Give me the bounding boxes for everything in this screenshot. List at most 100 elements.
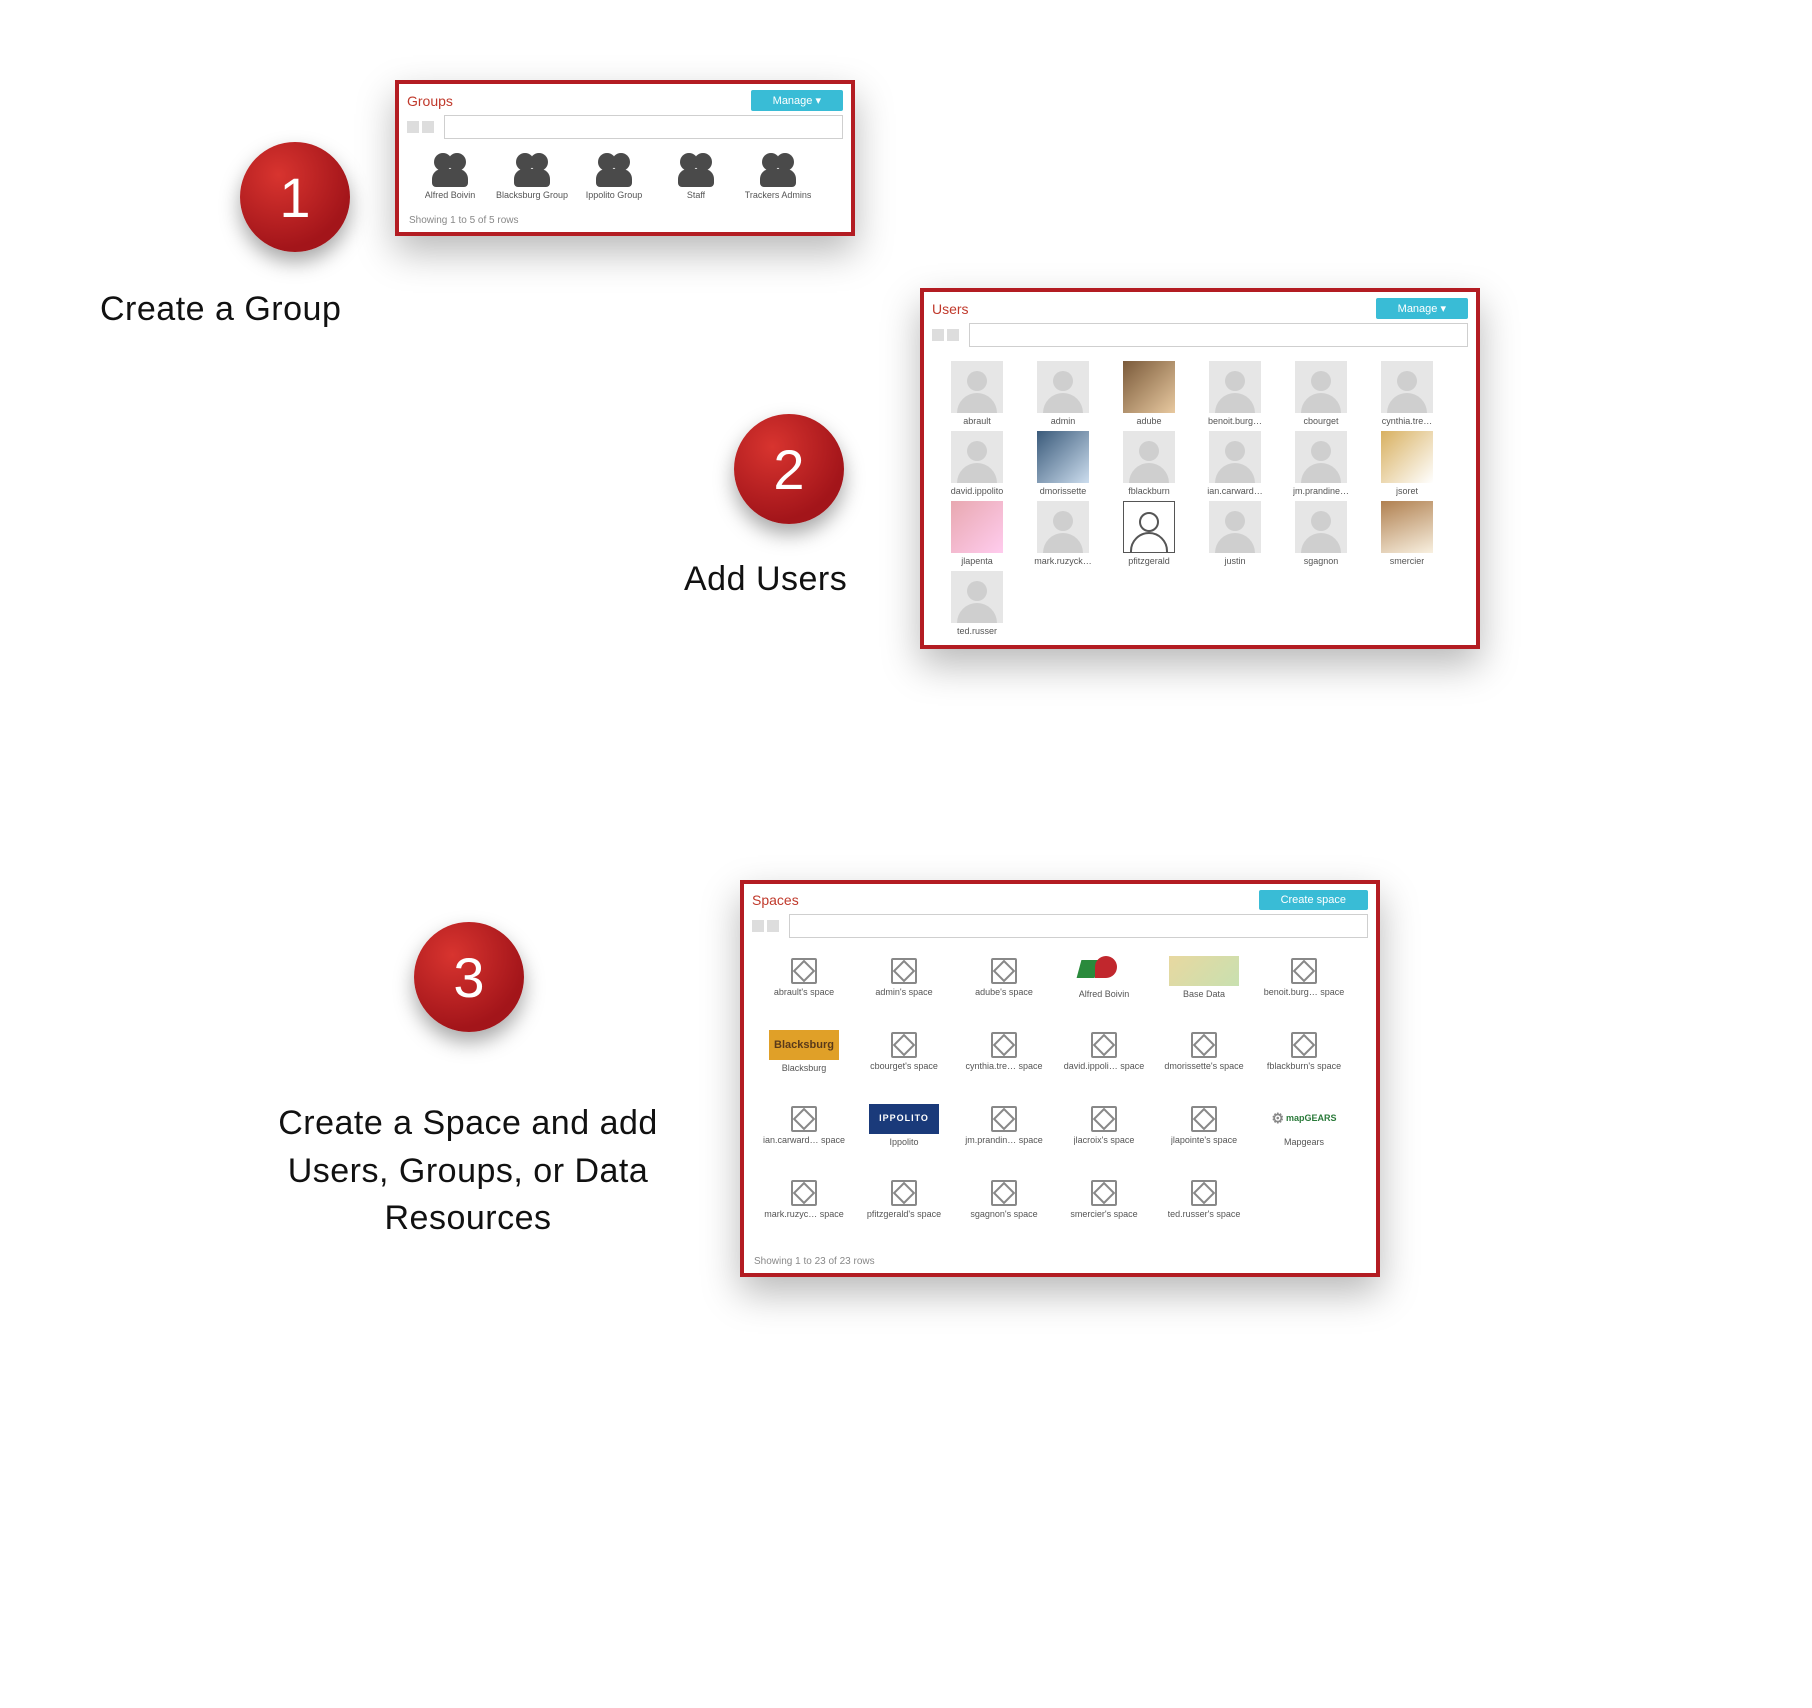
group-icon xyxy=(758,153,798,187)
space-item[interactable]: mark.ruzyc… space xyxy=(754,1174,854,1220)
space-item[interactable]: fblackburn's space xyxy=(1254,1026,1354,1074)
space-logo: IPPOLITO xyxy=(869,1104,939,1134)
space-label: Ippolito xyxy=(889,1138,918,1148)
user-item[interactable]: cynthia.tre… xyxy=(1364,361,1450,427)
user-item[interactable]: ian.carward… xyxy=(1192,431,1278,497)
user-item[interactable]: jm.prandine… xyxy=(1278,431,1364,497)
avatar xyxy=(1123,431,1175,483)
cube-icon xyxy=(1091,1180,1117,1206)
space-item[interactable]: mapGEARSMapgears xyxy=(1254,1100,1354,1148)
spaces-create-button[interactable]: Create space xyxy=(1259,890,1368,910)
cube-icon xyxy=(991,1106,1017,1132)
user-item[interactable]: adube xyxy=(1106,361,1192,427)
space-item[interactable]: smercier's space xyxy=(1054,1174,1154,1220)
space-item[interactable]: jlapointe's space xyxy=(1154,1100,1254,1148)
user-item[interactable]: justin xyxy=(1192,501,1278,567)
user-label: ted.russer xyxy=(957,627,997,637)
space-label: abrault's space xyxy=(774,988,834,998)
avatar xyxy=(1209,431,1261,483)
space-item[interactable]: benoit.burg… space xyxy=(1254,952,1354,1000)
avatar xyxy=(1295,501,1347,553)
space-item[interactable]: pfitzgerald's space xyxy=(854,1174,954,1220)
space-logo: Blacksburg xyxy=(769,1030,839,1060)
space-label: cbourget's space xyxy=(870,1062,938,1072)
user-item[interactable]: ted.russer xyxy=(934,571,1020,637)
space-item[interactable]: ian.carward… space xyxy=(754,1100,854,1148)
user-label: admin xyxy=(1051,417,1076,427)
group-label: Blacksburg Group xyxy=(496,191,568,201)
avatar xyxy=(1381,431,1433,483)
space-item[interactable]: Alfred Boivin xyxy=(1054,952,1154,1000)
group-item[interactable]: Blacksburg Group xyxy=(491,153,573,201)
view-toggle-icon[interactable] xyxy=(752,914,785,938)
cube-icon xyxy=(991,1180,1017,1206)
space-label: admin's space xyxy=(875,988,932,998)
user-label: jsoret xyxy=(1396,487,1418,497)
group-item[interactable]: Staff xyxy=(655,153,737,201)
avatar xyxy=(1123,361,1175,413)
group-item[interactable]: Alfred Boivin xyxy=(409,153,491,201)
space-item[interactable]: adube's space xyxy=(954,952,1054,1000)
space-item[interactable]: sgagnon's space xyxy=(954,1174,1054,1220)
space-item[interactable]: david.ippoli… space xyxy=(1054,1026,1154,1074)
groups-search-input[interactable] xyxy=(444,115,843,139)
user-item[interactable]: david.ippolito xyxy=(934,431,1020,497)
users-manage-button[interactable]: Manage ▾ xyxy=(1376,298,1468,319)
space-label: jlacroix's space xyxy=(1074,1136,1135,1146)
user-item[interactable]: jlapenta xyxy=(934,501,1020,567)
space-item[interactable]: Blacksburg Blacksburg xyxy=(754,1026,854,1074)
user-item[interactable]: pfitzgerald xyxy=(1106,501,1192,567)
cube-icon xyxy=(1191,1180,1217,1206)
user-label: smercier xyxy=(1390,557,1425,567)
space-item[interactable]: abrault's space xyxy=(754,952,854,1000)
view-toggle-icon[interactable] xyxy=(407,115,440,139)
avatar xyxy=(951,501,1003,553)
user-item[interactable]: admin xyxy=(1020,361,1106,427)
user-item[interactable]: sgagnon xyxy=(1278,501,1364,567)
space-label: Alfred Boivin xyxy=(1079,990,1130,1000)
cube-icon xyxy=(791,1106,817,1132)
space-label: Blacksburg xyxy=(782,1064,827,1074)
space-item[interactable]: cbourget's space xyxy=(854,1026,954,1074)
group-item[interactable]: Trackers Admins xyxy=(737,153,819,201)
space-item[interactable]: IPPOLITO Ippolito xyxy=(854,1100,954,1148)
avatar xyxy=(1381,361,1433,413)
view-toggle-icon[interactable] xyxy=(932,323,965,347)
spaces-footer: Showing 1 to 23 of 23 rows xyxy=(744,1250,1376,1273)
step-2-badge: 2 xyxy=(734,414,844,524)
space-item[interactable]: jlacroix's space xyxy=(1054,1100,1154,1148)
users-title: Users xyxy=(932,301,1376,317)
space-label: jm.prandin… space xyxy=(965,1136,1043,1146)
user-item[interactable]: cbourget xyxy=(1278,361,1364,427)
avatar xyxy=(1037,431,1089,483)
space-item[interactable]: admin's space xyxy=(854,952,954,1000)
cube-icon xyxy=(991,958,1017,984)
user-item[interactable]: jsoret xyxy=(1364,431,1450,497)
user-item[interactable]: benoit.burg… xyxy=(1192,361,1278,427)
user-item[interactable]: mark.ruzyck… xyxy=(1020,501,1106,567)
user-item[interactable]: smercier xyxy=(1364,501,1450,567)
user-label: cbourget xyxy=(1303,417,1338,427)
user-item[interactable]: fblackburn xyxy=(1106,431,1192,497)
space-item[interactable]: cynthia.tre… space xyxy=(954,1026,1054,1074)
cube-icon xyxy=(991,1032,1017,1058)
group-item[interactable]: Ippolito Group xyxy=(573,153,655,201)
space-item[interactable]: jm.prandin… space xyxy=(954,1100,1054,1148)
user-label: fblackburn xyxy=(1128,487,1170,497)
user-label: adube xyxy=(1136,417,1161,427)
space-item[interactable]: dmorissette's space xyxy=(1154,1026,1254,1074)
space-item[interactable]: Base Data xyxy=(1154,952,1254,1000)
user-label: david.ippolito xyxy=(951,487,1004,497)
groups-manage-button[interactable]: Manage ▾ xyxy=(751,90,843,111)
group-icon xyxy=(594,153,634,187)
user-item[interactable]: dmorissette xyxy=(1020,431,1106,497)
space-item[interactable]: ted.russer's space xyxy=(1154,1174,1254,1220)
space-label: sgagnon's space xyxy=(970,1210,1037,1220)
avatar xyxy=(1209,361,1261,413)
users-search-input[interactable] xyxy=(969,323,1468,347)
cube-icon xyxy=(891,958,917,984)
user-label: justin xyxy=(1224,557,1245,567)
groups-panel: Groups Manage ▾ Alfred BoivinBlacksburg … xyxy=(395,80,855,236)
user-item[interactable]: abrault xyxy=(934,361,1020,427)
spaces-search-input[interactable] xyxy=(789,914,1368,938)
